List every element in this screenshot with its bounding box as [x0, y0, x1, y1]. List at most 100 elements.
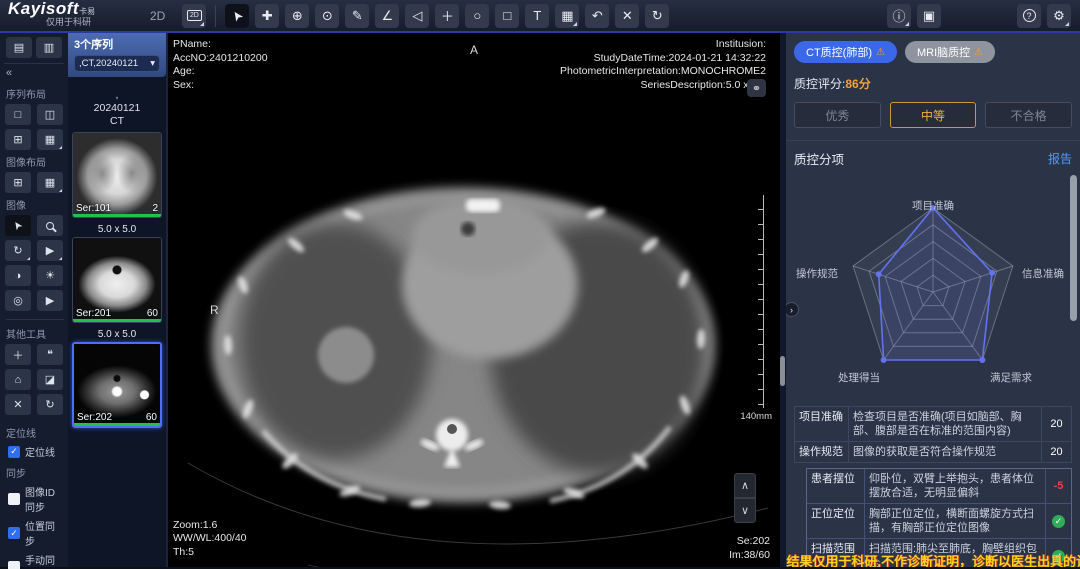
row-label: 项目准确 — [795, 407, 849, 441]
row-description: 仰卧位，双臂上举抱头，患者体位摆放合适，无明显偏斜 — [865, 469, 1045, 503]
tool-cross-marker-button[interactable]: ＋ — [435, 4, 459, 28]
thumb-title: 5.0 x 5.0 — [68, 224, 166, 235]
image-pointer-button[interactable]: ➤ — [5, 215, 31, 236]
study-dropdown[interactable]: ,CT,20240121 ▾ — [74, 55, 160, 72]
image-viewport[interactable]: PName: AccNO:2401210200 Age: Sex: Instit… — [168, 33, 780, 567]
left-sidebar: ▤ ▥ « 序列布局 □ ◫ ⊞ ▦ 图像布局 ⊞ ▦ 图像 ➤ ↻ ▶ ◑ ☀… — [0, 33, 68, 567]
report-link[interactable]: 报告 — [1048, 150, 1072, 167]
table-row: 正位定位 胸部正位定位，横断面螺旋方式扫描，有胸部正位定位图像 ✓ — [807, 504, 1071, 539]
grade-excellent-button[interactable]: 优秀 — [794, 102, 881, 128]
locator-line-checkbox[interactable] — [8, 446, 20, 458]
flip-button[interactable]: ▶ — [37, 240, 63, 261]
eraser-icon: ◪ — [45, 373, 55, 386]
overlay-patient-info: PName: AccNO:2401210200 Age: Sex: — [173, 38, 268, 92]
sync-section-label: 同步 — [6, 465, 64, 480]
img-layout-2x2-button[interactable]: ⊞ — [5, 172, 31, 193]
tool-cobb-angle-button[interactable]: ◁ — [405, 4, 429, 28]
tool-pointer-button[interactable]: ➤ — [225, 4, 249, 28]
grade-medium-button[interactable]: 中等 — [890, 102, 977, 128]
study-dropdown-value: ,CT,20240121 — [79, 58, 138, 69]
brand-subtitle: 仅用于科研 — [8, 17, 148, 28]
tool-ellipse-button[interactable]: ○ — [465, 4, 489, 28]
thumb-loaded-bar — [73, 319, 161, 322]
study-group-label: , 20240121 CT — [68, 89, 166, 128]
add-tool-button[interactable]: ＋ — [5, 344, 31, 365]
tool-delete-button[interactable]: ✕ — [615, 4, 639, 28]
layout-1x2-button[interactable]: ◫ — [37, 104, 63, 125]
manual-sync-checkbox[interactable] — [8, 561, 20, 569]
link-series-button[interactable]: ⚭ — [747, 79, 766, 97]
thumbnail-series-202[interactable]: Ser:202 60 — [72, 342, 162, 428]
comment-button[interactable]: ❝ — [37, 344, 63, 365]
tool-zoom-button[interactable]: ⊕ — [285, 4, 309, 28]
row-score: 20 — [1041, 407, 1071, 441]
refresh-button[interactable]: ↻ — [37, 394, 63, 415]
save-button[interactable]: ▣ — [917, 4, 941, 28]
invert-button[interactable]: ◑ — [5, 265, 31, 286]
tool-undo-button[interactable]: ↶ — [585, 4, 609, 28]
eraser-button[interactable]: ◪ — [37, 369, 63, 390]
tab-ct-qc[interactable]: CT质控(肺部) ⚠ — [794, 41, 897, 63]
grade-fail-button[interactable]: 不合格 — [985, 102, 1072, 128]
tool-probe-button[interactable]: ⊙ — [315, 4, 339, 28]
help-button[interactable]: ? — [1017, 4, 1041, 28]
locator-line-label: 定位线 — [25, 444, 55, 459]
pencil-icon: ✎ — [352, 8, 363, 24]
magnifier-button[interactable] — [37, 215, 63, 236]
age-text: Age: — [173, 65, 268, 79]
manual-sync-row[interactable]: 手动同步 — [8, 552, 64, 569]
tool-layout-2d-button[interactable]: 2D — [182, 4, 206, 28]
pan-icon: ✚ — [262, 8, 273, 24]
play-button[interactable]: ▶ — [37, 290, 63, 311]
locator-line-checkbox-row[interactable]: 定位线 — [8, 444, 64, 459]
tool-rectangle-button[interactable]: □ — [495, 4, 519, 28]
top-toolbar: Kayisoft卡易 仅用于科研 2D 2D ➤ ✚ ⊕ ⊙ ✎ ∠ ◁ ＋ ○… — [0, 0, 1080, 33]
image-id-sync-row[interactable]: 图像ID同步 — [8, 484, 64, 514]
tab-mri-qc[interactable]: MRI脑质控 ⚠ — [905, 41, 995, 63]
roi-button[interactable]: ⌂ — [5, 369, 31, 390]
viewport-scrollbar-thumb[interactable] — [780, 356, 785, 386]
qc-panel: › CT质控(肺部) ⚠ MRI脑质控 ⚠ 质控评分:86分 优秀 中等 不合格… — [786, 33, 1080, 567]
info-icon: ⓘ — [892, 6, 905, 25]
position-sync-checkbox[interactable] — [8, 527, 20, 539]
app-logo: Kayisoft卡易 仅用于科研 — [0, 3, 148, 28]
sidebar-collapse-button[interactable]: « — [4, 64, 64, 82]
report-icon: ▥ — [44, 41, 54, 54]
ellipse-icon: ○ — [473, 8, 481, 23]
info-button[interactable]: ⓘ — [887, 4, 911, 28]
tool-length-button[interactable]: ✎ — [345, 4, 369, 28]
report-panel-button[interactable]: ▥ — [36, 37, 62, 58]
tool-angle-button[interactable]: ∠ — [375, 4, 399, 28]
orientation-right-marker: R — [210, 303, 219, 317]
tool-layout-grid-button[interactable]: ▦ — [555, 4, 579, 28]
tool-reset-button[interactable]: ↻ — [645, 4, 669, 28]
radar-axis-label: 处理得当 — [838, 370, 880, 385]
clear-button[interactable]: ✕ — [5, 394, 31, 415]
series-list-button[interactable]: ▤ — [6, 37, 32, 58]
row-description: 图像的获取是否符合操作规范 — [849, 442, 1041, 462]
layout-3x3-button[interactable]: ▦ — [37, 129, 63, 150]
tool-text-button[interactable]: T — [525, 4, 549, 28]
tab-ct-qc-label: CT质控(肺部) — [806, 44, 872, 60]
row-description: 检查项目是否准确(项目如脑部、胸部、腹部是否在标准的范围内容) — [849, 407, 1041, 441]
probe-icon: ⊙ — [322, 8, 333, 24]
stack-next-button[interactable]: ∨ — [734, 498, 756, 523]
overlay-study-info: Institusion: StudyDateTime:2024-01-21 14… — [560, 38, 766, 92]
mode-label: 2D — [150, 9, 165, 23]
thumbnail-series-201[interactable]: Ser:201 60 — [72, 237, 162, 323]
img-layout-3x3-button[interactable]: ▦ — [37, 172, 63, 193]
rotate-button[interactable]: ↻ — [5, 240, 31, 261]
layout-2x2-button[interactable]: ⊞ — [5, 129, 31, 150]
position-sync-row[interactable]: 位置同步 — [8, 518, 64, 548]
layout-1x1-button[interactable]: □ — [5, 104, 31, 125]
image-id-sync-checkbox[interactable] — [8, 493, 20, 505]
settings-button[interactable]: ⚙ — [1047, 4, 1071, 28]
cine-button[interactable]: ◎ — [5, 290, 31, 311]
tool-pan-button[interactable]: ✚ — [255, 4, 279, 28]
panel-scrollbar-thumb[interactable] — [1070, 175, 1077, 321]
thumbnail-series-101[interactable]: Ser:101 2 — [72, 132, 162, 218]
img-layout-2x2-icon: ⊞ — [13, 176, 22, 189]
stack-previous-button[interactable]: ∧ — [734, 473, 756, 498]
series-layout-section-label: 序列布局 — [6, 86, 64, 101]
brightness-button[interactable]: ☀ — [37, 265, 63, 286]
